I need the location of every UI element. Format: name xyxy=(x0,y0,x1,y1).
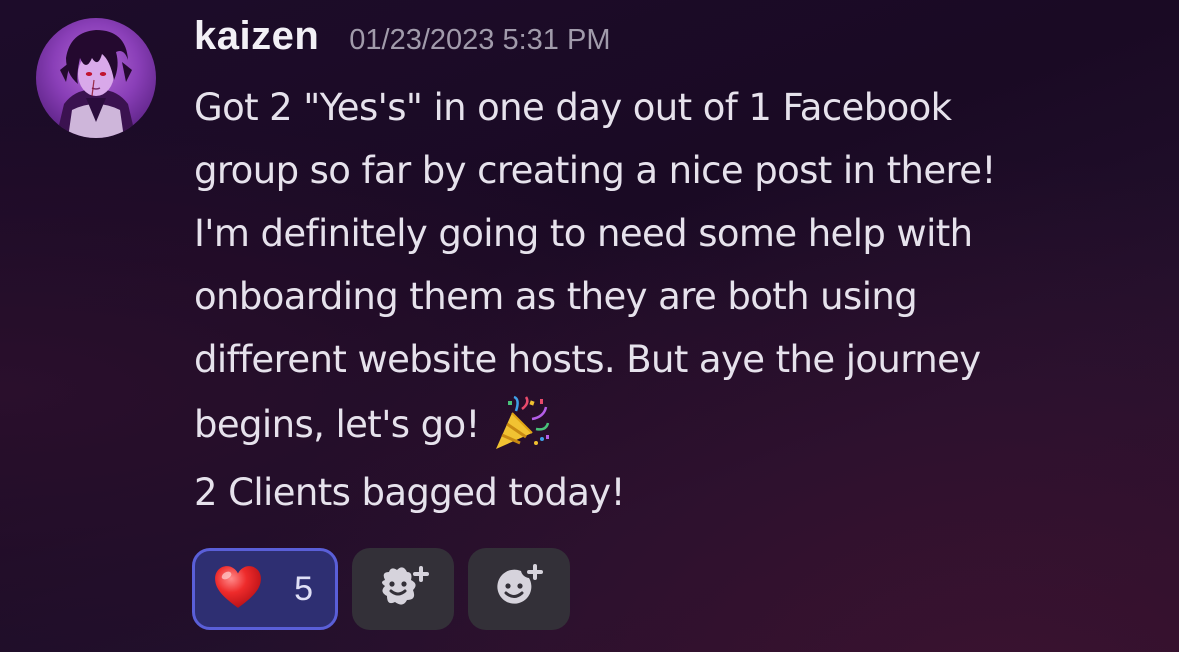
reactions-bar: 5 xyxy=(192,548,570,630)
heart-icon xyxy=(213,564,263,614)
message-header: kaizen 01/23/2023 5:31 PM xyxy=(194,14,611,70)
message-line: I'm definitely going to need some help w… xyxy=(194,212,973,255)
avatar-illustration xyxy=(56,30,136,138)
chat-message: kaizen 01/23/2023 5:31 PM Got 2 "Yes's" … xyxy=(0,0,1179,652)
message-timestamp: 01/23/2023 5:31 PM xyxy=(349,24,611,56)
message-line: different website hosts. But aye the jou… xyxy=(194,338,981,381)
add-reaction-button[interactable] xyxy=(468,548,570,630)
message-line-with-emoji: begins, let's go! xyxy=(194,391,1154,459)
message-content: Got 2 "Yes's" in one day out of 1 Facebo… xyxy=(194,76,1154,524)
message-line: onboarding them as they are both using xyxy=(194,275,918,318)
heart-reaction[interactable]: 5 xyxy=(192,548,338,630)
message-line: 2 Clients bagged today! xyxy=(194,471,625,514)
add-reaction-icon xyxy=(491,562,547,616)
add-super-reaction-button[interactable] xyxy=(352,548,454,630)
message-line: begins, let's go! xyxy=(194,403,480,446)
add-super-reaction-icon xyxy=(375,562,431,616)
message-line: Got 2 "Yes's" in one day out of 1 Facebo… xyxy=(194,86,952,129)
message-line: group so far by creating a nice post in … xyxy=(194,149,996,192)
party-popper-icon xyxy=(490,395,550,455)
reaction-count: 5 xyxy=(294,569,313,608)
username[interactable]: kaizen xyxy=(194,14,319,59)
user-avatar[interactable] xyxy=(36,18,156,138)
